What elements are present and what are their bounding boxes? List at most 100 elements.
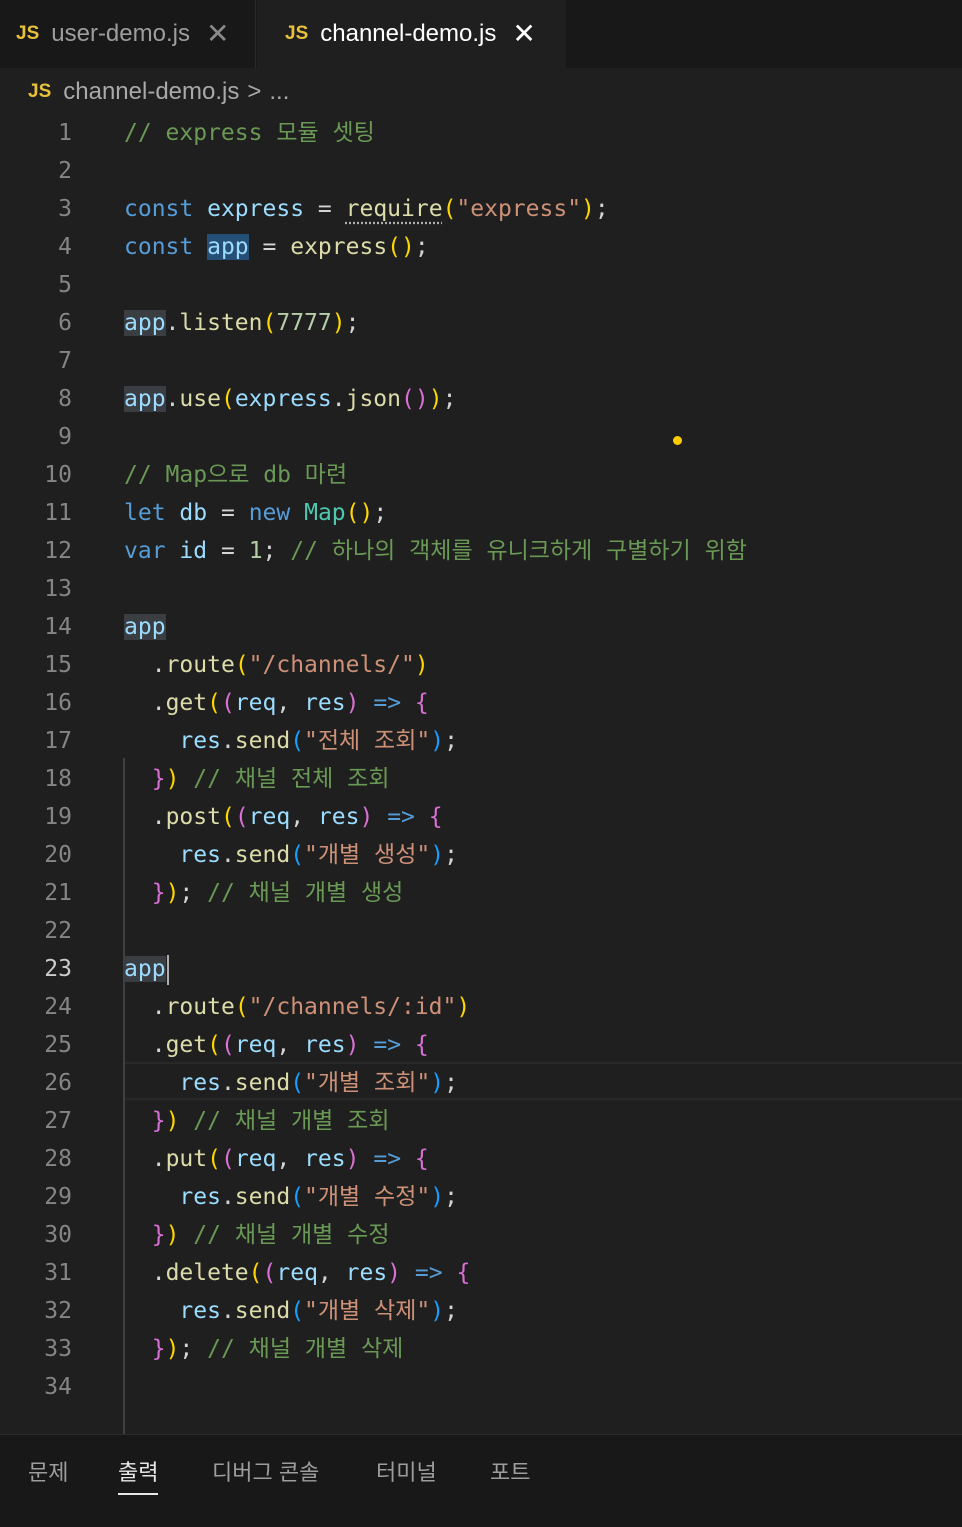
param: req: [234, 1032, 277, 1058]
tab-user-demo[interactable]: JS user-demo.js ✕: [0, 0, 256, 68]
param: res: [304, 1146, 346, 1172]
line-number: 4: [58, 234, 72, 260]
keyword: const: [124, 234, 194, 260]
breadcrumb-file[interactable]: channel-demo.js: [63, 78, 239, 106]
line-number: 24: [44, 994, 72, 1020]
code-line: 25 .get((req, res) => {: [0, 1026, 962, 1064]
line-number: 34: [44, 1374, 72, 1400]
function-call: delete: [165, 1260, 249, 1286]
code-line: 9: [0, 418, 962, 456]
breadcrumb-more[interactable]: ...: [269, 78, 289, 106]
tab-channel-demo[interactable]: JS channel-demo.js ✕: [257, 0, 566, 68]
string: "개별 조회": [304, 1070, 431, 1096]
line-number: 2: [58, 158, 72, 184]
comment: // 채널 개별 삭제: [207, 1336, 404, 1362]
param: req: [276, 1260, 318, 1286]
function-call: require: [345, 196, 443, 222]
param: req: [248, 804, 291, 830]
function-call: use: [179, 386, 221, 412]
identifier: res: [179, 1298, 221, 1324]
comment: // 채널 개별 생성: [207, 880, 404, 906]
function-call: json: [345, 386, 401, 412]
close-icon[interactable]: ✕: [206, 20, 229, 48]
identifier: app: [124, 310, 166, 336]
code-line: 33 }); // 채널 개별 삭제: [0, 1330, 962, 1368]
line-number: 11: [44, 500, 72, 526]
code-line: 4 const app = express();: [0, 228, 962, 266]
line-number: 20: [44, 842, 72, 868]
modified-dot-icon: [673, 436, 682, 445]
js-file-icon: JS: [285, 23, 309, 44]
arrow: =>: [414, 1260, 443, 1286]
code-line: 24 .route("/channels/:id"): [0, 988, 962, 1026]
code-editor[interactable]: 1 // express 모듈 셋팅 2 3 const express = req…: [0, 114, 962, 1480]
code-line: 23 app: [0, 950, 962, 988]
tab-ports[interactable]: 포트: [490, 1453, 530, 1493]
line-number: 30: [44, 1222, 72, 1248]
code-line: 29 res.send("개별 수정");: [0, 1178, 962, 1216]
line-number: 26: [44, 1070, 72, 1096]
operator: =: [262, 234, 277, 260]
identifier: app: [124, 386, 166, 412]
tab-label: channel-demo.js: [320, 20, 497, 47]
function-call: post: [165, 804, 221, 830]
editor-tab-bar: JS user-demo.js ✕ JS channel-demo.js ✕: [0, 0, 962, 68]
tab-problems[interactable]: 문제: [28, 1453, 68, 1493]
code-line: 18 }) // 채널 전체 조회: [0, 760, 962, 798]
string: "개별 삭제": [304, 1298, 431, 1324]
string: "개별 생성": [304, 842, 431, 868]
comment: // 채널 개별 수정: [193, 1222, 390, 1248]
function-call: send: [234, 1298, 291, 1324]
string: "/channels/:id": [248, 994, 457, 1020]
identifier: res: [179, 1184, 221, 1210]
tab-terminal[interactable]: 터미널: [376, 1453, 437, 1493]
code-line: 30 }) // 채널 개별 수정: [0, 1216, 962, 1254]
line-number: 14: [44, 614, 72, 640]
arrow: =>: [373, 1146, 402, 1172]
line-number: 15: [44, 652, 72, 678]
code-line: 14 app: [0, 608, 962, 646]
code-line: 34: [0, 1368, 962, 1406]
line-number: 9: [58, 424, 72, 450]
comment: // express 모듈 셋팅: [124, 120, 375, 146]
function-call: send: [234, 728, 291, 754]
line-number: 7: [58, 348, 72, 374]
function-call: route: [165, 652, 235, 678]
line-number: 16: [44, 690, 72, 716]
line-number: 12: [44, 538, 72, 564]
line-number: 5: [58, 272, 72, 298]
code-line: 6 app.listen(7777);: [0, 304, 962, 342]
function-call: get: [165, 1032, 208, 1058]
line-number: 27: [44, 1108, 72, 1134]
identifier: app: [124, 956, 166, 982]
keyword: const: [124, 196, 194, 222]
function-call: get: [165, 690, 208, 716]
text-cursor: [166, 954, 169, 985]
code-line: 1 // express 모듈 셋팅: [0, 114, 962, 152]
number: 7777: [276, 310, 332, 336]
line-number: 10: [44, 462, 72, 488]
identifier: id: [179, 538, 208, 564]
code-line: 20 res.send("개별 생성");: [0, 836, 962, 874]
code-line: 26 res.send("개별 조회");: [0, 1064, 962, 1102]
line-number: 13: [44, 576, 72, 602]
code-line: 22: [0, 912, 962, 950]
keyword: var: [124, 538, 166, 564]
line-number: 1: [58, 120, 72, 146]
js-file-icon: JS: [16, 23, 40, 44]
close-icon[interactable]: ✕: [512, 20, 535, 48]
param: res: [304, 690, 346, 716]
tab-output[interactable]: 출력: [118, 1453, 159, 1495]
line-number: 23: [44, 956, 72, 982]
tab-debug-console[interactable]: 디버그 콘솔: [212, 1453, 319, 1493]
string: "개별 수정": [304, 1184, 431, 1210]
code-line: 16 .get((req, res) => {: [0, 684, 962, 722]
param: res: [304, 1032, 346, 1058]
line-number: 32: [44, 1298, 72, 1324]
code-line: 28 .put((req, res) => {: [0, 1140, 962, 1178]
identifier: app: [124, 614, 166, 640]
arrow: =>: [373, 1032, 402, 1058]
function-call: send: [234, 1070, 291, 1096]
arrow: =>: [387, 804, 415, 830]
keyword: new: [248, 500, 291, 526]
